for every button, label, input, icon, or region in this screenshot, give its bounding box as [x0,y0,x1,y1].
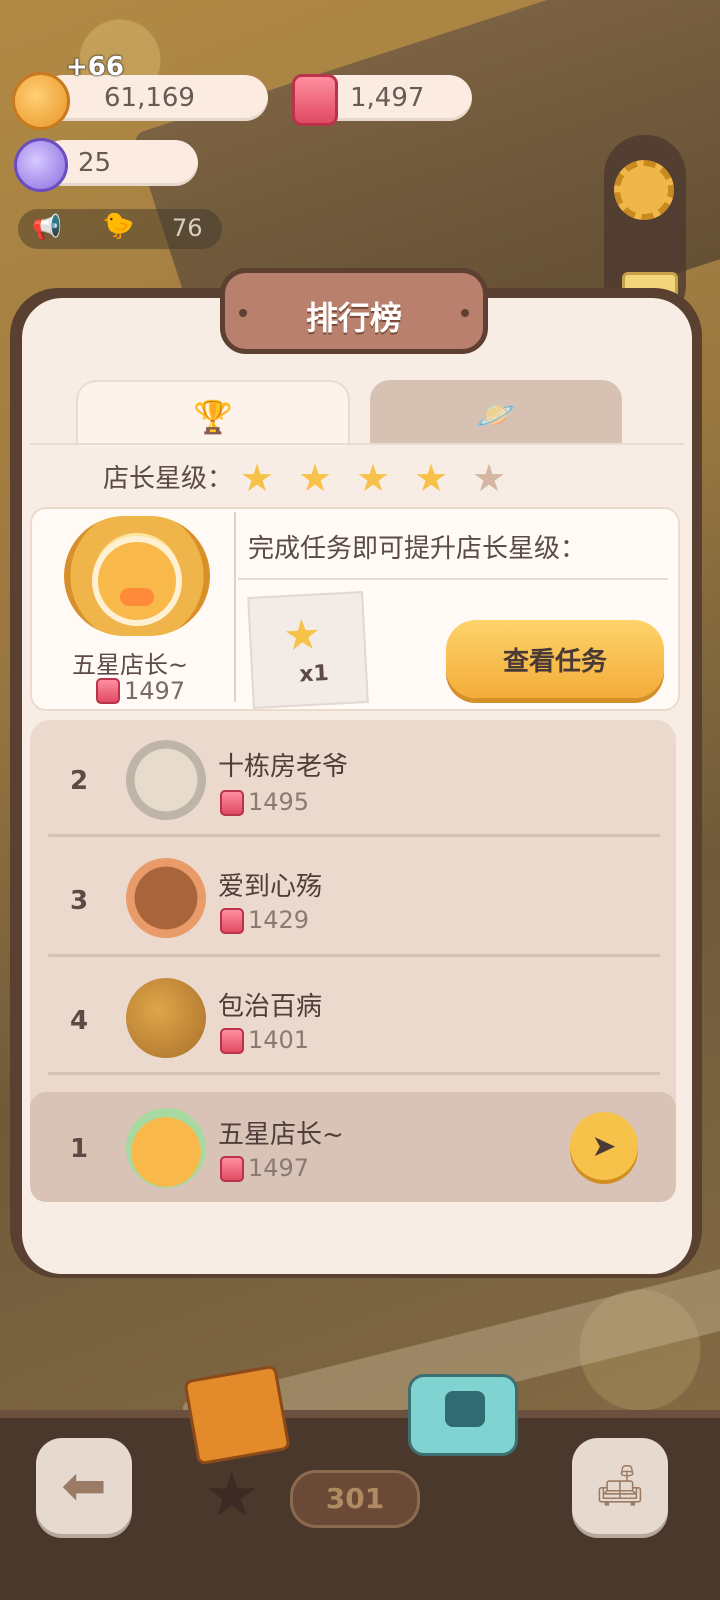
jam-icon [220,790,244,816]
view-tasks-button[interactable]: 查看任务 [446,620,664,698]
player-score: 1497 [248,1154,310,1182]
card-divider [238,578,668,580]
avatar[interactable] [126,740,206,820]
rank-number: 4 [70,1006,89,1036]
star-icon: ★ [240,456,275,500]
rank-number: 3 [70,886,89,916]
player-score: 1401 [248,1026,310,1054]
trophy-icon: 🏆 [193,398,233,436]
panel-title: 排行榜 [305,299,402,337]
tab-trophy[interactable]: 🏆 [76,380,350,446]
jam-icon [96,678,120,704]
cookie-value: 61,169 [104,83,195,113]
jam-icon [220,1028,244,1054]
back-button[interactable]: ⬅ [36,1438,132,1534]
duck-avatar [92,536,182,626]
star-level-label: 店长星级： [103,464,234,494]
player-score: 1495 [248,788,310,816]
player-name: 五星店长~ [218,1120,344,1150]
back-arrow-icon: ⬅ [61,1454,107,1517]
jam-icon [292,74,338,126]
share-send-button[interactable]: ➤ [570,1112,638,1180]
camera-icon[interactable] [408,1374,518,1456]
duck-avatar[interactable] [126,1108,206,1188]
player-name: 十栋房老爷 [218,752,349,782]
star-coin-icon: ★ [204,1458,260,1531]
reward-card: ★ x1 [247,591,369,709]
cookie-plus-text: +66 [66,52,124,82]
bottom-bar-edge [0,1410,720,1418]
recipe-book-icon[interactable] [183,1364,291,1466]
star-reward-icon: ★ [281,609,323,661]
player-name: 包治百病 [218,992,323,1022]
jam-value: 1,497 [350,83,425,113]
row-divider [48,1072,660,1075]
star-icon: ★ [356,456,391,500]
rank-number: 1 [70,1134,89,1164]
ad-counter[interactable]: 📢 🐤 76 [18,209,222,249]
player-score: 1497 [124,677,186,705]
avatar[interactable] [126,978,206,1058]
sofa-icon: 🛋 [594,1463,646,1509]
jam-icon [220,1156,244,1182]
row-divider [48,954,660,957]
player-score: 1429 [248,906,310,934]
candy-icon [14,138,68,192]
candy-value: 25 [78,148,112,178]
star-empty-icon: ★ [472,456,507,500]
planet-icon: 🪐 [476,396,516,434]
tab-planet[interactable]: 🪐 [370,380,622,444]
cookie-icon [12,72,70,130]
row-divider [48,834,660,837]
star-icon: ★ [298,456,333,500]
reward-count: x1 [298,660,330,688]
ad-value: 76 [172,214,203,242]
tab-divider [30,443,684,445]
card-divider [234,512,236,702]
avatar[interactable] [126,858,206,938]
duck-icon: 🐤 [102,211,135,241]
task-hint: 完成任务即可提升店长星级： [248,534,587,564]
panel-title-plate: 排行榜 [220,268,488,354]
rank-number: 2 [70,766,89,796]
megaphone-icon: 📢 [32,213,62,241]
star-icon: ★ [414,456,449,500]
settings-gear-icon[interactable] [614,160,674,220]
jam-icon [220,908,244,934]
furniture-button[interactable]: 🛋 [572,1438,668,1534]
player-name: 五星店长~ [72,651,189,679]
player-name: 爱到心殇 [218,872,323,902]
paper-plane-icon: ➤ [591,1129,617,1163]
bottom-counter: 301 [290,1470,420,1528]
